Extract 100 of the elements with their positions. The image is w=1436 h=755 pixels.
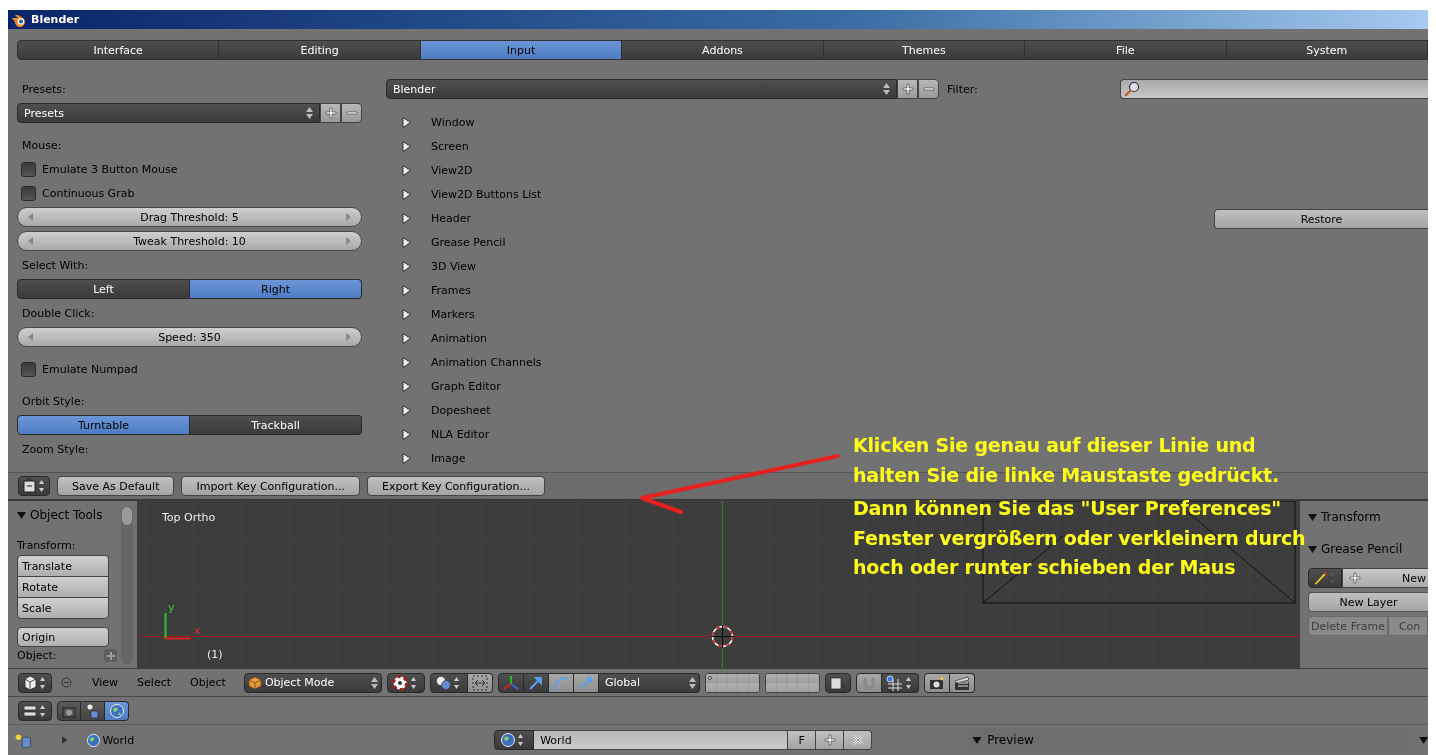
- keymap-item[interactable]: Window: [386, 110, 475, 134]
- keymap-item[interactable]: NLA Editor: [386, 422, 490, 446]
- globe-tab-icon[interactable]: [105, 700, 129, 721]
- add-world-button[interactable]: [816, 730, 845, 750]
- toggle-option[interactable]: Right: [190, 279, 362, 299]
- tab[interactable]: Editing: [219, 40, 421, 60]
- toggle-option[interactable]: Left: [17, 279, 190, 299]
- expand-triangle-icon[interactable]: [402, 140, 411, 152]
- expand-triangle-icon[interactable]: [402, 236, 411, 248]
- expand-triangle-icon[interactable]: [402, 452, 411, 464]
- expanded-triangle-icon[interactable]: [1308, 512, 1317, 522]
- scrollbar[interactable]: [121, 506, 133, 664]
- keymap-item[interactable]: Animation: [386, 326, 488, 350]
- tool-button[interactable]: Rotate: [17, 576, 109, 598]
- tab[interactable]: Input: [420, 40, 623, 60]
- expand-triangle-icon[interactable]: [402, 308, 411, 320]
- scene-tab-icon[interactable]: [81, 700, 105, 721]
- new-button[interactable]: New: [1342, 568, 1428, 588]
- tab[interactable]: File: [1025, 40, 1227, 60]
- clapperboard-icon[interactable]: [949, 672, 975, 693]
- add-keymap-button[interactable]: [897, 79, 918, 99]
- presets-dropdown[interactable]: Presets: [17, 103, 320, 123]
- editor-type-button[interactable]: [18, 672, 52, 693]
- toggle-option[interactable]: Trackball: [190, 415, 362, 435]
- camera-tab-icon[interactable]: [57, 700, 81, 721]
- manipulator-icon[interactable]: [497, 672, 524, 693]
- expand-triangle-icon[interactable]: [402, 404, 411, 416]
- world-browse-dropdown[interactable]: [494, 730, 535, 750]
- camera-render-icon[interactable]: [923, 672, 950, 693]
- checkbox[interactable]: [21, 361, 36, 377]
- layer-grid[interactable]: [704, 672, 760, 693]
- keymap-item[interactable]: Header: [386, 206, 472, 230]
- keymap-preset-dropdown[interactable]: Blender: [386, 79, 897, 99]
- tab[interactable]: Addons: [622, 40, 824, 60]
- restore-button[interactable]: Restore: [1214, 209, 1428, 229]
- occlusion-toggle-icon[interactable]: [467, 672, 493, 693]
- fake-user-button[interactable]: F: [788, 730, 817, 750]
- expand-triangle-icon[interactable]: [402, 212, 411, 224]
- collapse-menus-icon[interactable]: [61, 677, 72, 688]
- keymap-item[interactable]: Grease Pencil: [386, 230, 506, 254]
- menu-item[interactable]: Select: [130, 676, 179, 689]
- expanded-triangle-icon[interactable]: [1418, 735, 1428, 745]
- checkbox[interactable]: [21, 161, 36, 177]
- editor-type-button[interactable]: [18, 476, 50, 496]
- tool-button[interactable]: Scale: [17, 597, 109, 619]
- expand-triangle-icon[interactable]: [402, 332, 411, 344]
- panel-title[interactable]: Transform: [1321, 510, 1381, 524]
- footer-button[interactable]: Import Key Configuration...: [181, 476, 360, 496]
- rotate-arc-icon[interactable]: [548, 672, 574, 693]
- expand-triangle-icon[interactable]: [402, 428, 411, 440]
- footer-button[interactable]: Export Key Configuration...: [367, 476, 546, 496]
- world-name-field[interactable]: World: [534, 730, 789, 750]
- add-preset-button[interactable]: [320, 103, 341, 123]
- keymap-item[interactable]: Graph Editor: [386, 374, 501, 398]
- panel-title[interactable]: Object Tools: [30, 508, 103, 522]
- keymap-item[interactable]: Image: [386, 446, 466, 470]
- keymap-item[interactable]: Screen: [386, 134, 469, 158]
- layer-grid[interactable]: [764, 672, 820, 693]
- snap-target-dropdown[interactable]: [881, 672, 919, 693]
- tab[interactable]: System: [1226, 40, 1428, 60]
- expanded-triangle-icon[interactable]: [1308, 544, 1317, 554]
- menu-item[interactable]: Object: [183, 676, 233, 689]
- mode-dropdown[interactable]: Object Mode: [243, 672, 382, 693]
- keymap-item[interactable]: Animation Channels: [386, 350, 542, 374]
- expand-triangle-icon[interactable]: [402, 356, 411, 368]
- unlink-world-button[interactable]: [844, 730, 873, 750]
- tab[interactable]: Interface: [17, 40, 220, 60]
- remove-preset-button[interactable]: [341, 103, 362, 123]
- tab[interactable]: Themes: [823, 40, 1026, 60]
- magnet-icon[interactable]: [855, 672, 882, 693]
- keymap-item[interactable]: View2D Buttons List: [386, 182, 542, 206]
- preview-panel-header[interactable]: Preview: [968, 728, 1409, 752]
- keymap-item[interactable]: Dopesheet: [386, 398, 491, 422]
- menu-item[interactable]: View: [85, 676, 126, 689]
- new-layer-button[interactable]: New Layer: [1308, 592, 1428, 612]
- expand-triangle-icon[interactable]: [402, 284, 411, 296]
- keymap-item[interactable]: View2D: [386, 158, 473, 182]
- shading-dropdown[interactable]: [429, 672, 468, 693]
- keymap-item[interactable]: Markers: [386, 302, 475, 326]
- pencil-dropdown[interactable]: [1308, 568, 1342, 588]
- keymap-item[interactable]: 3D View: [386, 254, 477, 278]
- expanded-triangle-icon[interactable]: [17, 510, 26, 520]
- tool-button[interactable]: Translate: [17, 555, 109, 577]
- pivot-dropdown[interactable]: [386, 672, 425, 693]
- expand-triangle-icon[interactable]: [402, 380, 411, 392]
- toggle-option[interactable]: Turntable: [17, 415, 190, 435]
- tool-button[interactable]: Origin: [17, 627, 109, 647]
- panel-title[interactable]: Grease Pencil: [1321, 542, 1403, 556]
- orientation-dropdown[interactable]: Global: [598, 672, 700, 693]
- filter-field[interactable]: [1120, 79, 1428, 99]
- expand-triangle-icon[interactable]: [402, 188, 411, 200]
- expand-triangle-icon[interactable]: [402, 116, 411, 128]
- editor-type-button[interactable]: [18, 700, 52, 721]
- remove-keymap-button[interactable]: [918, 79, 939, 99]
- expand-triangle-icon[interactable]: [402, 260, 411, 272]
- keymap-item[interactable]: Frames: [386, 278, 471, 302]
- footer-button[interactable]: Save As Default: [57, 476, 175, 496]
- checkbox[interactable]: [21, 185, 36, 201]
- expand-triangle-icon[interactable]: [402, 164, 411, 176]
- scale-handle-icon[interactable]: [573, 672, 599, 693]
